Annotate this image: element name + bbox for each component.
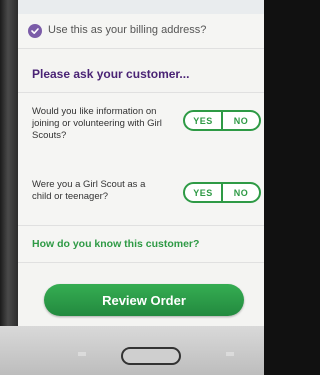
yes-no-toggle: YES NO (183, 182, 261, 203)
app-screen: Use this as your billing address? Please… (18, 0, 264, 326)
question-row-former-scout: Were you a Girl Scout as a child or teen… (18, 163, 264, 226)
no-button[interactable]: NO (223, 112, 259, 129)
billing-address-label: Use this as your billing address? (48, 24, 207, 36)
yes-no-toggle: YES NO (183, 110, 261, 131)
question-text: Were you a Girl Scout as a child or teen… (32, 179, 146, 202)
back-soft-key[interactable] (226, 352, 234, 356)
top-strip (18, 0, 264, 15)
question-row-info: Would you like information on joining or… (18, 92, 264, 164)
how-known-row[interactable]: How do you know this customer? (18, 226, 264, 263)
phone-frame: Use this as your billing address? Please… (0, 0, 264, 375)
review-order-button[interactable]: Review Order (44, 284, 244, 316)
yes-button[interactable]: YES (185, 184, 223, 201)
checkmark-icon[interactable] (28, 24, 42, 38)
no-button[interactable]: NO (223, 184, 259, 201)
phone-side-bezel (0, 0, 18, 326)
billing-address-row[interactable]: Use this as your billing address? (18, 14, 264, 49)
question-text: Would you like information on joining or… (32, 106, 162, 141)
how-known-link[interactable]: How do you know this customer? (32, 238, 199, 250)
menu-soft-key[interactable] (78, 352, 86, 356)
section-title: Please ask your customer... (32, 67, 190, 81)
home-button[interactable] (121, 347, 181, 365)
yes-button[interactable]: YES (185, 112, 223, 129)
